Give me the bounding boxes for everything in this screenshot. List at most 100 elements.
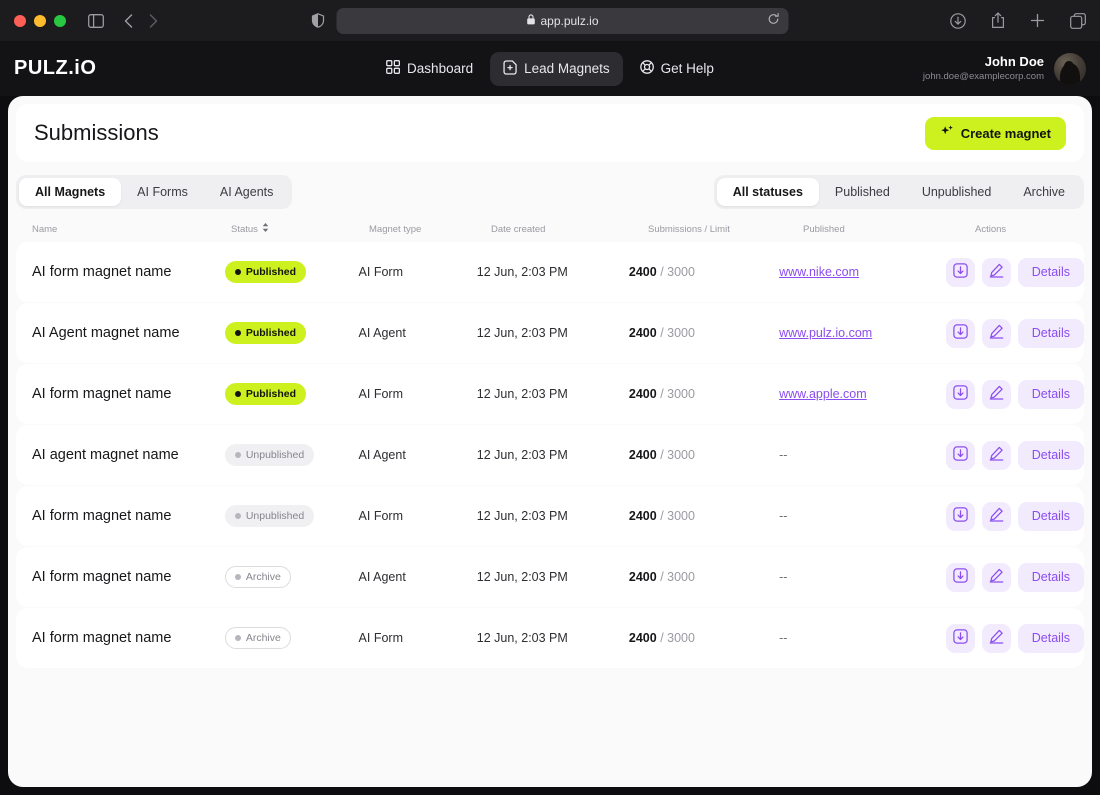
cell-actions: Details bbox=[945, 623, 1084, 653]
tab-published[interactable]: Published bbox=[819, 178, 906, 206]
cell-date-created: 12 Jun, 2:03 PM bbox=[476, 387, 568, 401]
cell-date-created: 12 Jun, 2:03 PM bbox=[476, 631, 568, 645]
cell-magnet-type: AI Agent bbox=[358, 326, 406, 340]
cell-submissions-limit: 2400 / 3000 bbox=[629, 387, 779, 401]
tab-all-statuses[interactable]: All statuses bbox=[716, 178, 819, 206]
reload-icon[interactable] bbox=[768, 12, 780, 30]
cell-published: www.nike.com bbox=[779, 263, 946, 281]
tab-unpublished[interactable]: Unpublished bbox=[906, 178, 1008, 206]
sidebar-toggle-icon[interactable] bbox=[88, 13, 104, 28]
download-button[interactable] bbox=[945, 257, 975, 287]
submissions-limit: / 3000 bbox=[660, 570, 695, 584]
details-button[interactable]: Details bbox=[1017, 379, 1084, 409]
create-magnet-button[interactable]: Create magnet bbox=[924, 116, 1066, 150]
shield-icon[interactable] bbox=[311, 13, 325, 28]
edit-button[interactable] bbox=[981, 623, 1011, 653]
status-badge: Published bbox=[224, 383, 307, 405]
cell-magnet-type: AI Form bbox=[358, 631, 403, 645]
close-window-button[interactable] bbox=[14, 14, 26, 27]
details-button[interactable]: Details bbox=[1017, 562, 1084, 592]
cell-published: www.pulz.io.com bbox=[779, 324, 946, 342]
edit-pencil-icon bbox=[989, 446, 1004, 464]
table-row[interactable]: AI Agent magnet name Published AI Agent 12 … bbox=[16, 303, 1084, 363]
download-button[interactable] bbox=[945, 318, 975, 348]
browser-navigation[interactable] bbox=[124, 13, 158, 28]
status-badge: Published bbox=[224, 261, 307, 283]
avatar[interactable] bbox=[1054, 52, 1086, 85]
details-button[interactable]: Details bbox=[1017, 501, 1084, 531]
cell-actions: Details bbox=[945, 440, 1084, 470]
cell-submissions-limit: 2400 / 3000 bbox=[629, 265, 779, 279]
edit-button[interactable] bbox=[981, 379, 1011, 409]
edit-pencil-icon bbox=[989, 568, 1004, 586]
cell-magnet-type: AI Form bbox=[358, 387, 403, 401]
table-row[interactable]: AI form magnet name Archive AI Agent 12 Jun… bbox=[16, 547, 1084, 607]
nav-item-get-help[interactable]: Get Help bbox=[627, 52, 727, 85]
download-button[interactable] bbox=[945, 623, 975, 653]
back-arrow-icon[interactable] bbox=[124, 13, 133, 28]
cell-magnet-name: AI form magnet name bbox=[32, 264, 172, 280]
download-button[interactable] bbox=[945, 562, 975, 592]
edit-button[interactable] bbox=[981, 257, 1011, 287]
row-actions: Details bbox=[945, 440, 1084, 470]
forward-arrow-icon[interactable] bbox=[149, 13, 158, 28]
maximize-window-button[interactable] bbox=[54, 14, 66, 27]
table-row[interactable]: AI form magnet name Archive AI Form 12 Jun,… bbox=[16, 608, 1084, 668]
url-input[interactable]: app.pulz.io bbox=[336, 7, 789, 34]
window-traffic-lights[interactable] bbox=[14, 14, 66, 27]
table-row[interactable]: AI form magnet name Published AI Form 12 Ju… bbox=[16, 242, 1084, 302]
published-url-link[interactable]: www.nike.com bbox=[779, 265, 859, 279]
download-button[interactable] bbox=[945, 501, 975, 531]
tab-ai-agents[interactable]: AI Agents bbox=[204, 178, 290, 206]
status-badge-label: Archive bbox=[245, 632, 281, 644]
table-row[interactable]: AI agent magnet name Unpublished AI Agent 1… bbox=[16, 425, 1084, 485]
details-button[interactable]: Details bbox=[1017, 623, 1084, 653]
tabs-overview-icon[interactable] bbox=[1070, 12, 1086, 29]
edit-button[interactable] bbox=[981, 440, 1011, 470]
row-actions: Details bbox=[945, 501, 1084, 531]
download-button[interactable] bbox=[945, 440, 975, 470]
download-button[interactable] bbox=[945, 379, 975, 409]
column-header-actions: Actions bbox=[975, 223, 1007, 235]
page-title: Submissions bbox=[34, 120, 159, 145]
details-button[interactable]: Details bbox=[1017, 318, 1084, 348]
column-header-status[interactable]: Status bbox=[231, 223, 369, 235]
cell-submissions-limit: 2400 / 3000 bbox=[629, 509, 779, 523]
download-icon bbox=[953, 568, 968, 586]
user-profile[interactable]: John Doe john.doe@examplecorp.com bbox=[923, 52, 1086, 85]
grid-icon bbox=[386, 60, 401, 77]
tab-all-magnets[interactable]: All Magnets bbox=[19, 178, 122, 206]
edit-button[interactable] bbox=[981, 318, 1011, 348]
download-icon[interactable] bbox=[950, 12, 966, 29]
nav-item-lead-magnets[interactable]: Lead Magnets bbox=[490, 51, 623, 86]
cell-magnet-name: AI form magnet name bbox=[32, 569, 172, 585]
cell-magnet-type: AI Form bbox=[358, 509, 403, 523]
edit-button[interactable] bbox=[981, 562, 1011, 592]
details-button[interactable]: Details bbox=[1017, 440, 1084, 470]
app-logo[interactable]: PULZ.iO bbox=[14, 57, 96, 80]
cell-magnet-name: AI agent magnet name bbox=[32, 447, 179, 463]
plus-icon[interactable] bbox=[1030, 13, 1045, 28]
cell-magnet-name: AI form magnet name bbox=[32, 386, 172, 402]
cell-published: www.apple.com bbox=[779, 385, 946, 403]
nav-item-dashboard[interactable]: Dashboard bbox=[373, 52, 486, 85]
status-dot bbox=[234, 635, 241, 641]
app-header: PULZ.iO Dashboard Lead Magnets Get Help … bbox=[0, 41, 1100, 96]
tab-ai-forms[interactable]: AI Forms bbox=[121, 178, 204, 206]
cell-actions: Details bbox=[945, 379, 1084, 409]
published-url-link[interactable]: www.apple.com bbox=[779, 387, 867, 401]
status-badge: Unpublished bbox=[224, 505, 315, 527]
status-filter-tabs: All statuses Published Unpublished Archi… bbox=[713, 175, 1084, 209]
edit-button[interactable] bbox=[981, 501, 1011, 531]
tab-archive[interactable]: Archive bbox=[1007, 178, 1081, 206]
table-row[interactable]: AI form magnet name Unpublished AI Form 12 … bbox=[16, 486, 1084, 546]
cell-actions: Details bbox=[945, 318, 1084, 348]
table-row[interactable]: AI form magnet name Published AI Form 12 Ju… bbox=[16, 364, 1084, 424]
sort-icon[interactable] bbox=[262, 223, 269, 235]
column-header-published: Published bbox=[803, 223, 845, 235]
published-url-link[interactable]: www.pulz.io.com bbox=[779, 326, 872, 340]
minimize-window-button[interactable] bbox=[34, 14, 46, 27]
cell-status: Published bbox=[224, 322, 359, 344]
details-button[interactable]: Details bbox=[1017, 257, 1084, 287]
share-icon[interactable] bbox=[991, 12, 1005, 29]
